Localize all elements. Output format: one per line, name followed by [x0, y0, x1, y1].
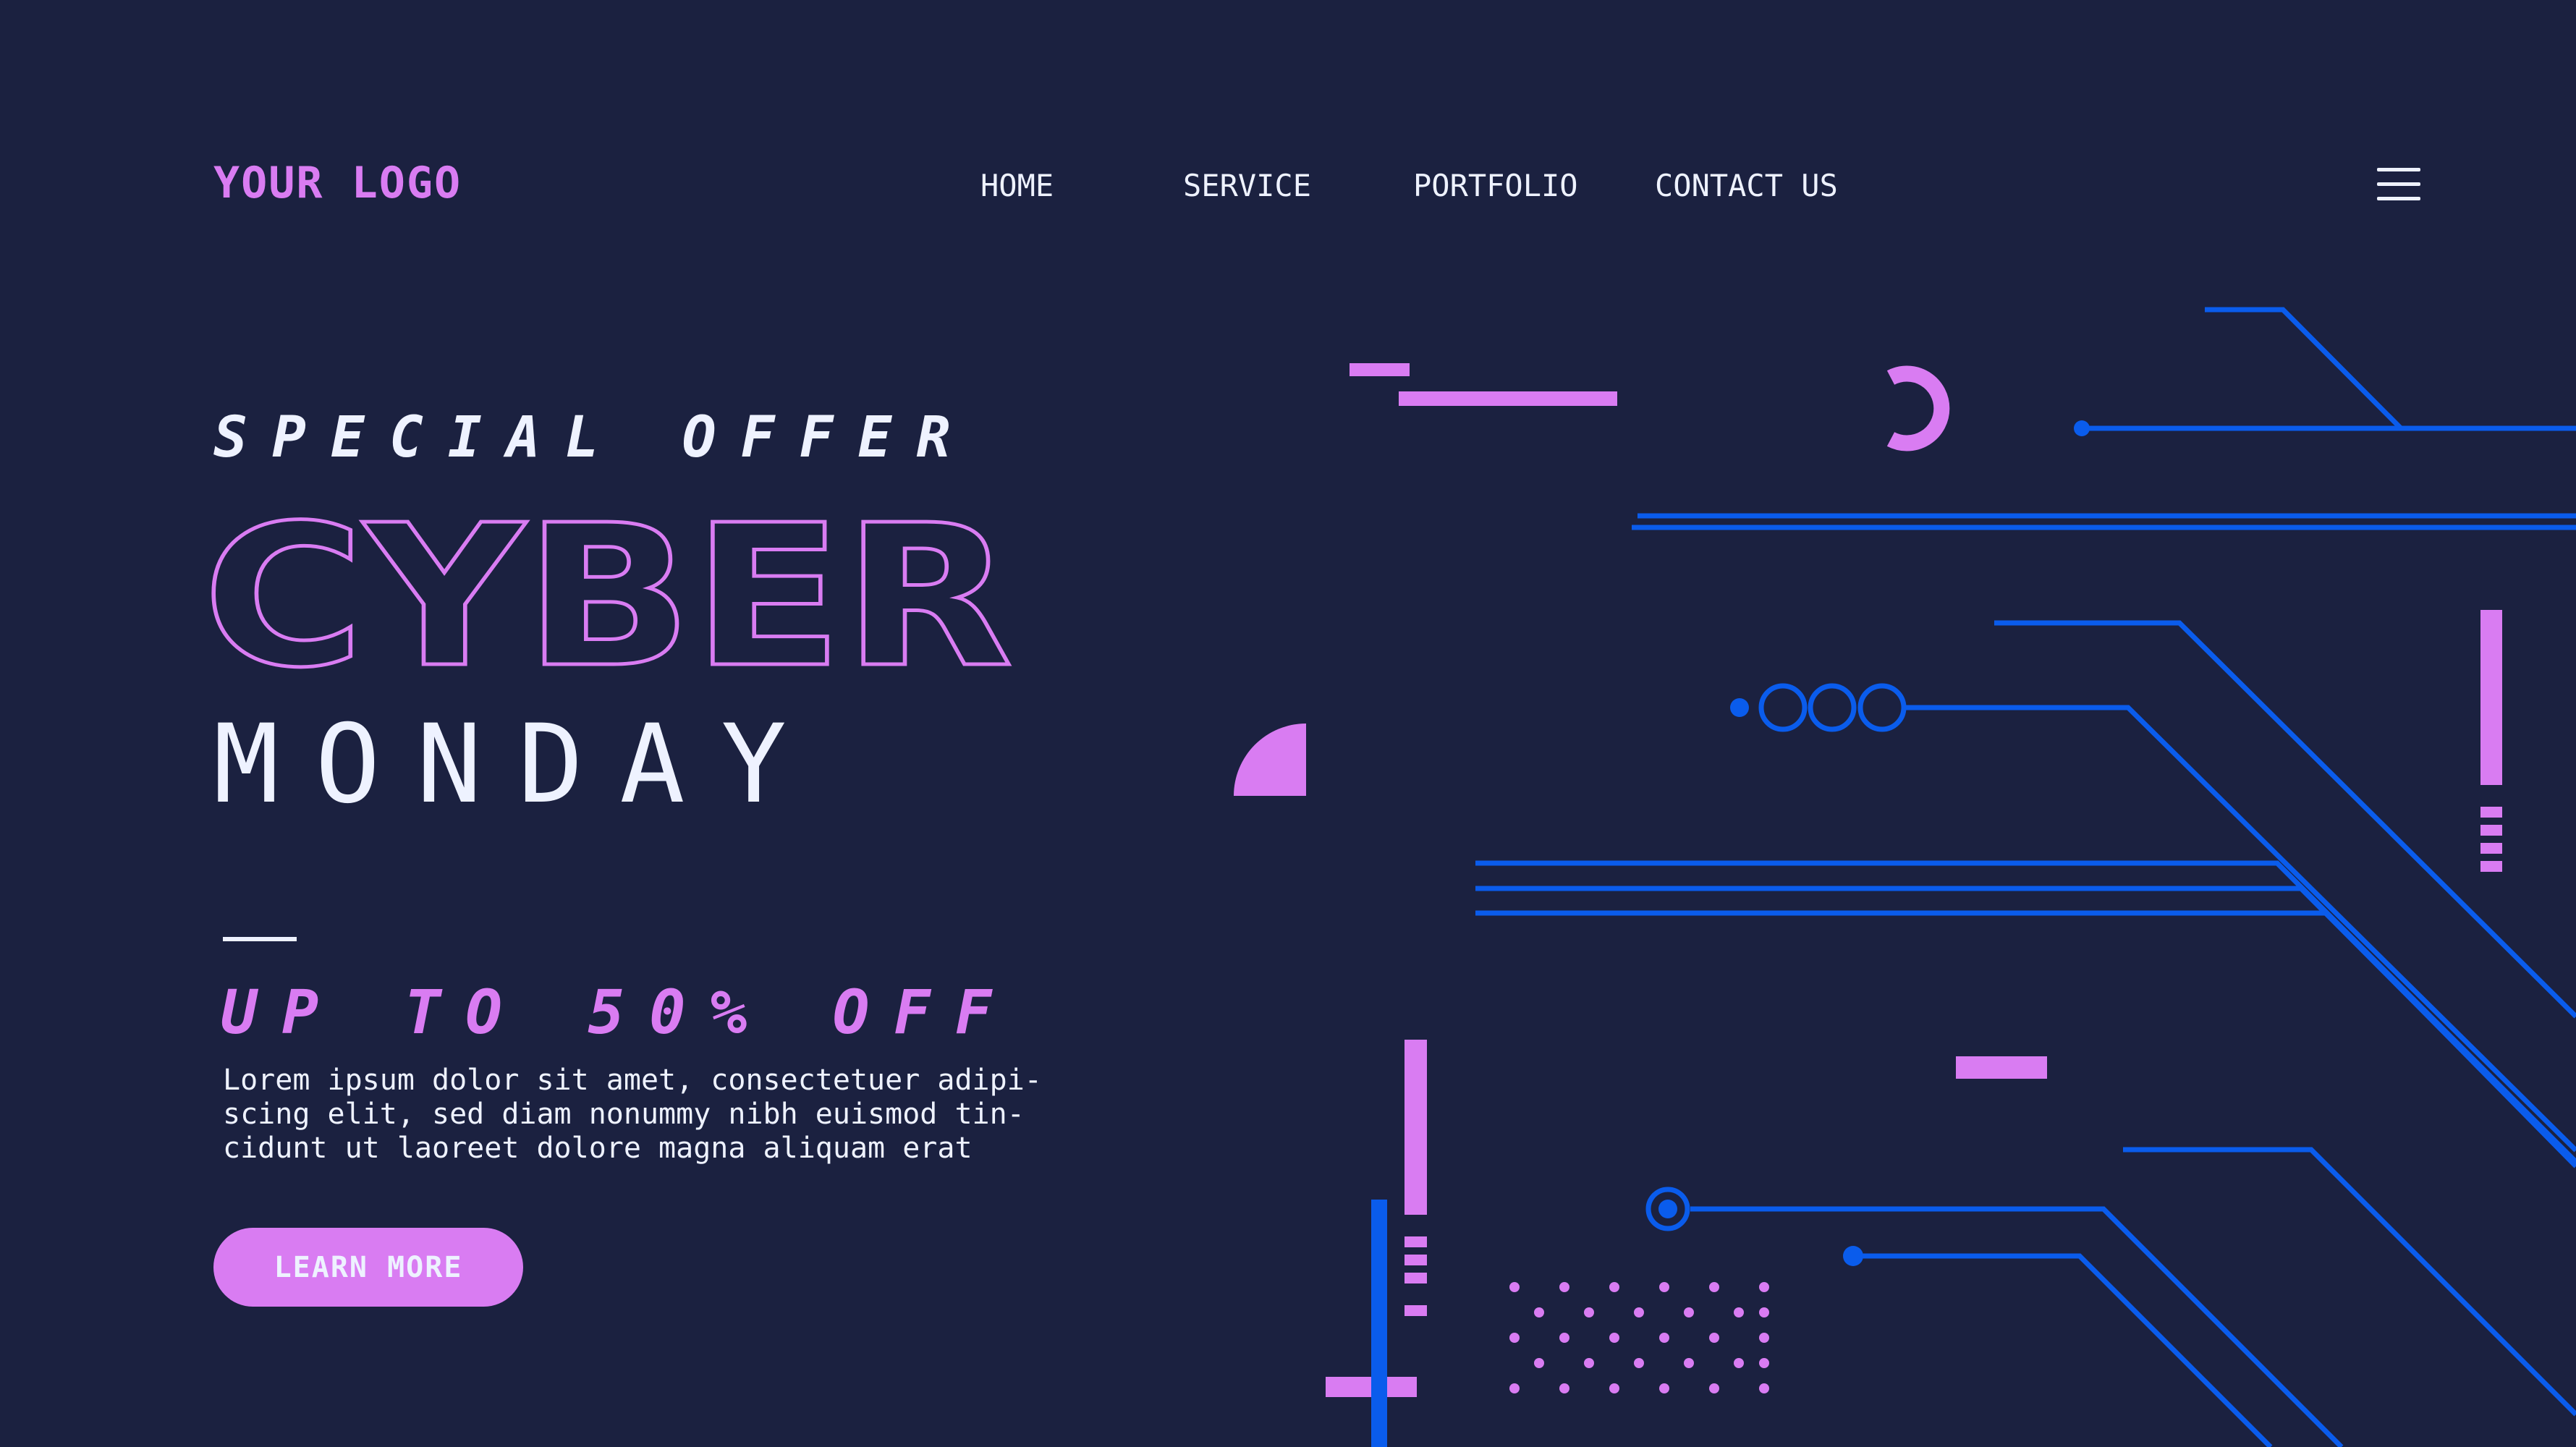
pink-block [1956, 1056, 2047, 1079]
pink-dash-long [1399, 391, 1617, 406]
blue-circuit-lines [1475, 307, 2576, 1447]
circuit-decoration [1234, 307, 2576, 1447]
pink-vertical-bar-lower [1404, 1040, 1427, 1215]
pink-arc-ring [1886, 365, 1950, 451]
blue-nodes [1371, 420, 2090, 1447]
pink-quarter-circle [1234, 724, 1306, 796]
pink-vertical-bar [2480, 610, 2502, 785]
pink-dash-short [1350, 363, 1410, 376]
pink-dot-grid [1509, 1282, 1769, 1393]
